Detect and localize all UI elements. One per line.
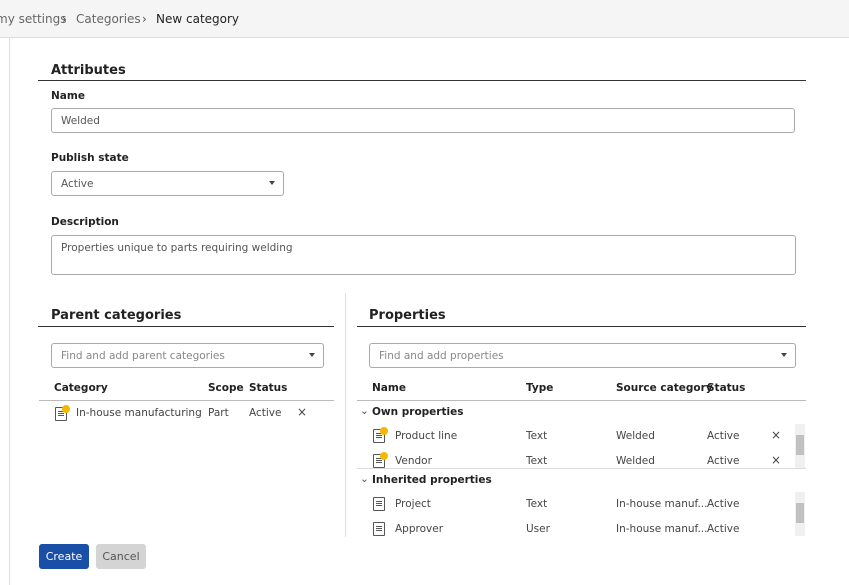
category-scope: Part (208, 407, 229, 419)
category-icon (55, 405, 70, 421)
properties-search-input[interactable]: Find and add properties (369, 343, 796, 368)
cancel-button[interactable]: Cancel (96, 544, 146, 569)
property-status: Active (707, 455, 740, 467)
col-category[interactable]: Category (54, 382, 108, 394)
property-source: Welded (616, 430, 655, 442)
name-label: Name (51, 90, 85, 102)
property-type: Text (526, 498, 548, 510)
remove-icon[interactable]: × (297, 405, 307, 419)
col-scope[interactable]: Scope (208, 382, 244, 394)
property-icon (373, 427, 388, 443)
property-type: Text (526, 430, 548, 442)
divider (357, 326, 806, 327)
property-name: Vendor (395, 455, 432, 467)
create-button[interactable]: Create (39, 544, 89, 569)
property-icon (373, 452, 388, 468)
breadcrumb-my-settings[interactable]: my settings (0, 12, 66, 26)
divider (39, 400, 334, 401)
parent-search-input[interactable]: Find and add parent categories (51, 343, 324, 368)
table-row[interactable]: Approver User In-house manuf... Active (357, 517, 793, 541)
table-row[interactable]: Product line Text Welded Active × (357, 424, 793, 448)
remove-icon[interactable]: × (771, 453, 781, 467)
property-source: Welded (616, 455, 655, 467)
parent-categories-heading: Parent categories (51, 308, 182, 323)
col-source-category[interactable]: Source category (616, 382, 713, 394)
property-status: Active (707, 430, 740, 442)
publish-state-label: Publish state (51, 152, 129, 164)
breadcrumb-categories[interactable]: Categories (76, 12, 141, 26)
publish-state-select[interactable]: Active (51, 171, 284, 196)
chevron-right-icon: › (142, 12, 147, 26)
col-type[interactable]: Type (526, 382, 553, 394)
divider (38, 326, 334, 327)
property-status: Active (707, 523, 740, 535)
caret-down-icon (781, 353, 787, 357)
property-name: Product line (395, 430, 458, 442)
scrollbar[interactable] (795, 492, 805, 536)
description-textarea[interactable]: Properties unique to parts requiring wel… (51, 235, 796, 275)
col-name[interactable]: Name (372, 382, 406, 394)
property-type: User (526, 523, 550, 535)
chevron-down-icon[interactable]: ⌄ (360, 473, 369, 485)
caret-down-icon (269, 181, 275, 185)
scrollbar[interactable] (795, 424, 805, 468)
caret-down-icon (309, 353, 315, 357)
property-icon (373, 497, 385, 511)
divider (38, 80, 806, 81)
remove-icon[interactable]: × (771, 428, 781, 442)
divider (9, 38, 10, 585)
chevron-down-icon[interactable]: ⌄ (360, 405, 369, 417)
placeholder: Find and add properties (379, 350, 504, 362)
inherited-properties-group[interactable]: Inherited properties (372, 474, 492, 486)
category-status: Active (249, 407, 282, 419)
name-input[interactable]: Welded (51, 108, 795, 133)
table-row[interactable]: Project Text In-house manuf... Active (357, 492, 793, 516)
description-label: Description (51, 216, 119, 228)
property-status: Active (707, 498, 740, 510)
property-type: Text (526, 455, 548, 467)
property-source: In-house manuf... (616, 523, 708, 535)
properties-heading: Properties (369, 308, 446, 323)
property-name: Approver (395, 523, 444, 535)
divider (357, 400, 806, 401)
attributes-heading: Attributes (51, 63, 126, 78)
breadcrumb-current: New category (156, 12, 240, 26)
property-source: In-house manuf... (616, 498, 708, 510)
chevron-right-icon: › (62, 12, 67, 26)
category-name: In-house manufacturing (76, 407, 202, 419)
col-status[interactable]: Status (707, 382, 745, 394)
col-status[interactable]: Status (249, 382, 287, 394)
table-row[interactable]: In-house manufacturing Part Active × (39, 402, 334, 424)
divider (345, 293, 346, 537)
placeholder: Find and add parent categories (61, 350, 225, 362)
property-name: Project (395, 498, 431, 510)
own-properties-group[interactable]: Own properties (372, 406, 463, 418)
table-row[interactable]: Vendor Text Welded Active × (357, 449, 793, 473)
property-icon (373, 522, 385, 536)
publish-state-value: Active (61, 178, 94, 190)
